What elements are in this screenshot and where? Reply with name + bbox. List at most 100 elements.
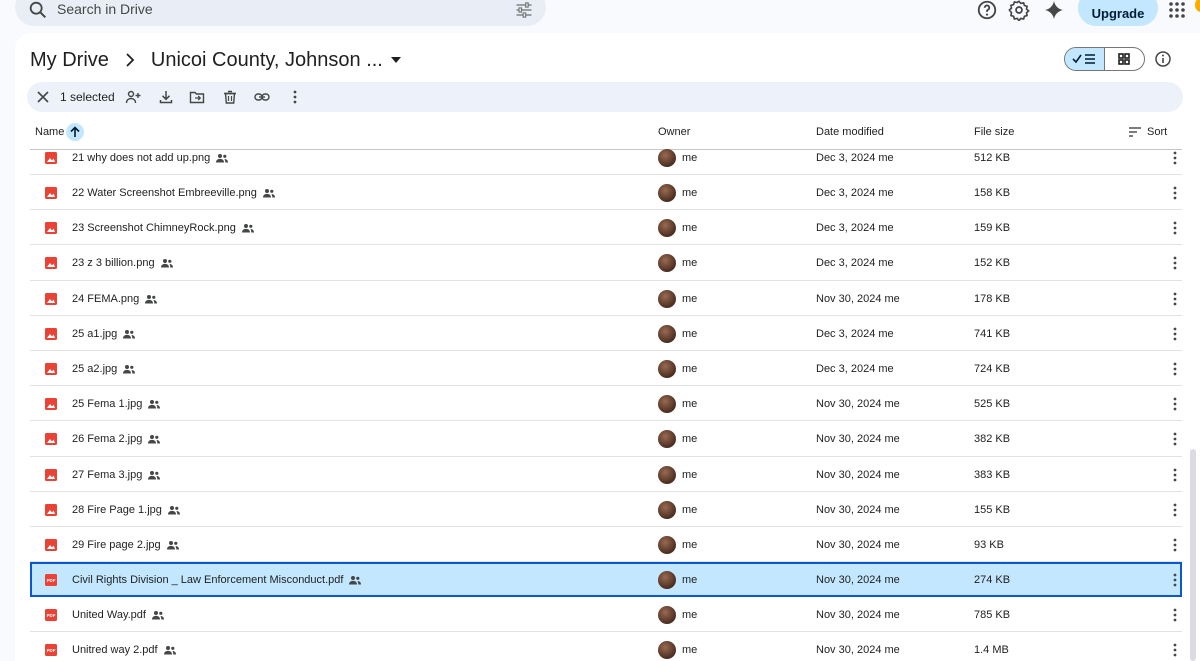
file-name[interactable]: Civil Rights Division _ Law Enforcement …	[72, 574, 343, 586]
more-vert-icon[interactable]	[1173, 292, 1177, 306]
file-name[interactable]: 23 z 3 billion.png	[72, 257, 155, 269]
file-name-cell[interactable]: United Way.pdf	[72, 609, 164, 621]
share-icon[interactable]	[125, 89, 141, 105]
file-name-cell[interactable]: 29 Fire page 2.jpg	[72, 539, 179, 551]
file-name[interactable]: United Way.pdf	[72, 609, 146, 621]
file-size: 152 KB	[974, 257, 1011, 270]
sort-icon[interactable]	[1129, 127, 1141, 137]
file-row[interactable]: 28 Fire Page 1.jpg me Nov 30, 2024 me 155 K…	[30, 492, 1182, 527]
owner-avatar	[658, 289, 676, 308]
more-vert-icon[interactable]	[1173, 397, 1177, 411]
close-icon[interactable]	[35, 89, 51, 105]
search-bar[interactable]: Search in Drive	[15, 0, 546, 26]
view-toggle[interactable]	[1064, 47, 1145, 71]
search-input[interactable]: Search in Drive	[57, 1, 153, 17]
trash-icon[interactable]	[222, 89, 238, 105]
more-vert-icon[interactable]	[1173, 362, 1177, 376]
file-name-cell[interactable]: 26 Fema 2.jpg	[72, 433, 161, 445]
file-name-cell[interactable]: Civil Rights Division _ Law Enforcement …	[72, 574, 362, 586]
avatar[interactable]	[1195, 0, 1200, 12]
file-row[interactable]: 27 Fema 3.jpg me Nov 30, 2024 me 383 KB	[30, 457, 1182, 492]
breadcrumb-current[interactable]: Unicoi County, Johnson ...	[151, 49, 383, 72]
upgrade-button[interactable]: Upgrade	[1078, 0, 1158, 26]
file-name[interactable]: 25 a1.jpg	[72, 328, 117, 340]
file-name-cell[interactable]: 25 a2.jpg	[72, 363, 136, 375]
dropdown-icon[interactable]	[390, 57, 401, 63]
link-icon[interactable]	[254, 89, 270, 105]
file-row[interactable]: 26 Fema 2.jpg me Nov 30, 2024 me 382 KB	[30, 421, 1182, 457]
file-name-cell[interactable]: 21 why does not add up.png	[72, 152, 229, 164]
file-name[interactable]: 22 Water Screenshot Embreeville.png	[72, 187, 257, 199]
file-row[interactable]: 25 a1.jpg me Dec 3, 2024 me 741 KB	[30, 316, 1182, 351]
search-icon[interactable]	[27, 0, 49, 21]
info-icon[interactable]	[1154, 50, 1172, 68]
file-name-cell[interactable]: 25 a1.jpg	[72, 328, 136, 340]
owner: me	[682, 292, 698, 305]
more-vert-icon[interactable]	[1173, 432, 1177, 446]
more-vert-icon[interactable]	[1173, 186, 1177, 200]
file-name[interactable]: 29 Fire page 2.jpg	[72, 539, 161, 551]
breadcrumb-root[interactable]: My Drive	[30, 49, 109, 72]
apps-icon[interactable]	[1168, 1, 1186, 19]
download-icon[interactable]	[158, 89, 174, 105]
file-name[interactable]: 25 a2.jpg	[72, 363, 117, 375]
file-name-cell[interactable]: 22 Water Screenshot Embreeville.png	[72, 187, 275, 199]
file-row[interactable]: PDF Civil Rights Division _ Law Enforceme…	[30, 562, 1182, 598]
settings-icon[interactable]	[1008, 0, 1030, 21]
file-name[interactable]: 26 Fema 2.jpg	[72, 433, 142, 445]
more-vert-icon[interactable]	[1173, 608, 1177, 622]
help-icon[interactable]	[976, 0, 998, 21]
file-name[interactable]: Unitred way 2.pdf	[72, 644, 158, 656]
file-row[interactable]: 25 Fema 1.jpg me Nov 30, 2024 me 525 KB	[30, 386, 1182, 422]
file-row[interactable]: PDF United Way.pdf me Nov 30, 2024 me 785 KB	[30, 597, 1182, 633]
file-name-cell[interactable]: 25 Fema 1.jpg	[72, 398, 161, 410]
more-vert-icon[interactable]	[1173, 538, 1177, 552]
file-row[interactable]: PDF Unitred way 2.pdf me Nov 30, 2024 me 1.4…	[30, 632, 1182, 661]
file-name-cell[interactable]: 24 FEMA.png	[72, 293, 158, 305]
owner-avatar	[658, 184, 676, 202]
file-row[interactable]: 22 Water Screenshot Embreeville.png me Dec…	[30, 175, 1182, 211]
file-row[interactable]: 23 Screenshot ChimneyRock.png me Dec 3, 20…	[30, 210, 1182, 246]
shared-icon	[145, 294, 158, 304]
more-vert-icon[interactable]	[1173, 256, 1177, 270]
tune-icon[interactable]	[514, 0, 534, 20]
scrollbar[interactable]	[1190, 449, 1196, 661]
column-name[interactable]: Name	[35, 126, 64, 138]
file-name[interactable]: 23 Screenshot ChimneyRock.png	[72, 222, 236, 234]
file-name[interactable]: 28 Fire Page 1.jpg	[72, 504, 162, 516]
file-row[interactable]: 23 z 3 billion.png me Dec 3, 2024 me 152 KB	[30, 245, 1182, 281]
column-date-modified[interactable]: Date modified	[816, 126, 884, 138]
file-size: 178 KB	[974, 292, 1011, 305]
more-vert-icon[interactable]	[1173, 573, 1177, 587]
sort-button[interactable]: Sort	[1147, 126, 1167, 138]
file-name-cell[interactable]: 23 z 3 billion.png	[72, 257, 173, 269]
gemini-icon[interactable]	[1043, 0, 1065, 21]
file-name-cell[interactable]: 23 Screenshot ChimneyRock.png	[72, 222, 254, 234]
sort-direction-button[interactable]	[66, 123, 84, 141]
file-row[interactable]: 29 Fire page 2.jpg me Nov 30, 2024 me 93 KB	[30, 527, 1182, 563]
more-vert-icon[interactable]	[1173, 151, 1177, 165]
file-name[interactable]: 25 Fema 1.jpg	[72, 398, 142, 410]
file-name-cell[interactable]: Unitred way 2.pdf	[72, 644, 176, 656]
file-name-cell[interactable]: 28 Fire Page 1.jpg	[72, 504, 180, 516]
file-name-cell[interactable]: 27 Fema 3.jpg	[72, 469, 161, 481]
grid-view-button[interactable]	[1105, 48, 1145, 70]
file-name[interactable]: 21 why does not add up.png	[72, 152, 210, 164]
arrow-up-icon	[70, 126, 80, 137]
more-vert-icon[interactable]	[1173, 643, 1177, 657]
file-row[interactable]: 24 FEMA.png me Nov 30, 2024 me 178 KB	[30, 281, 1182, 316]
date-modified: Nov 30, 2024 me	[816, 398, 900, 411]
column-file-size[interactable]: File size	[974, 126, 1014, 138]
file-row[interactable]: 25 a2.jpg me Dec 3, 2024 me 724 KB	[30, 351, 1182, 387]
list-view-button[interactable]	[1065, 48, 1105, 70]
move-icon[interactable]	[189, 89, 205, 105]
more-vert-icon[interactable]	[287, 89, 303, 105]
more-vert-icon[interactable]	[1173, 221, 1177, 235]
more-vert-icon[interactable]	[1173, 468, 1177, 482]
column-owner[interactable]: Owner	[658, 126, 690, 138]
file-name[interactable]: 27 Fema 3.jpg	[72, 469, 142, 481]
file-name[interactable]: 24 FEMA.png	[72, 293, 139, 305]
more-vert-icon[interactable]	[1173, 503, 1177, 517]
file-row[interactable]: 21 why does not add up.png me Dec 3, 2024 …	[30, 149, 1182, 175]
more-vert-icon[interactable]	[1173, 327, 1177, 341]
